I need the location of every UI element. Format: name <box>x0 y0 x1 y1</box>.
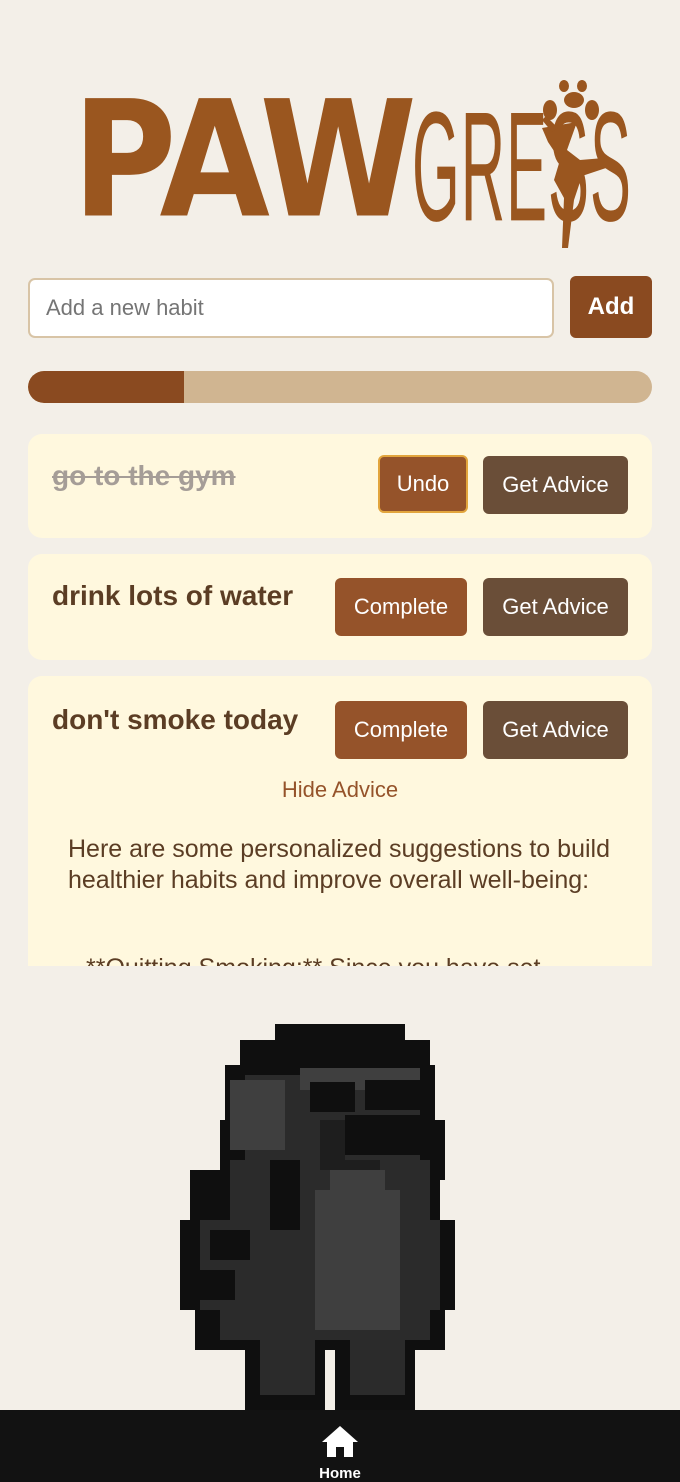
get-advice-button[interactable]: Get Advice <box>483 456 628 514</box>
habit-card-expanded: don't smoke today Complete Get Advice Hi… <box>28 676 652 966</box>
habit-title: don't smoke today <box>52 704 299 735</box>
pixel-pet-mascot <box>180 1024 455 1412</box>
add-habit-button[interactable]: Add <box>570 276 652 338</box>
nav-home-label: Home <box>319 1465 361 1482</box>
add-habit-row: Add <box>28 276 652 338</box>
nav-home[interactable]: Home <box>300 1424 380 1482</box>
new-habit-input[interactable] <box>28 278 554 338</box>
undo-button[interactable]: Undo <box>378 455 468 513</box>
logo-text-paw: PAW <box>72 67 417 255</box>
habit-title: drink lots of water <box>52 580 294 611</box>
advice-text-continued: **Quitting Smoking:** Since you have set <box>86 954 540 966</box>
habit-progress-bar <box>28 371 652 403</box>
complete-button[interactable]: Complete <box>335 578 467 636</box>
progress-fill <box>28 371 184 403</box>
app-logo: PAW GRESS <box>72 67 631 255</box>
hide-advice-link[interactable]: Hide Advice <box>28 777 652 803</box>
complete-button[interactable]: Complete <box>335 701 467 759</box>
get-advice-button[interactable]: Get Advice <box>483 578 628 636</box>
get-advice-button[interactable]: Get Advice <box>483 701 628 759</box>
habit-card: drink lots of water Complete Get Advice <box>28 554 652 660</box>
advice-text: Here are some personalized suggestions t… <box>68 835 610 894</box>
habit-card: go to the gym Undo Get Advice <box>28 434 652 538</box>
bottom-navigation: Home <box>0 1410 680 1482</box>
habit-title: go to the gym <box>52 460 236 491</box>
paw-figure-icon <box>542 80 606 248</box>
home-icon <box>322 1426 358 1457</box>
